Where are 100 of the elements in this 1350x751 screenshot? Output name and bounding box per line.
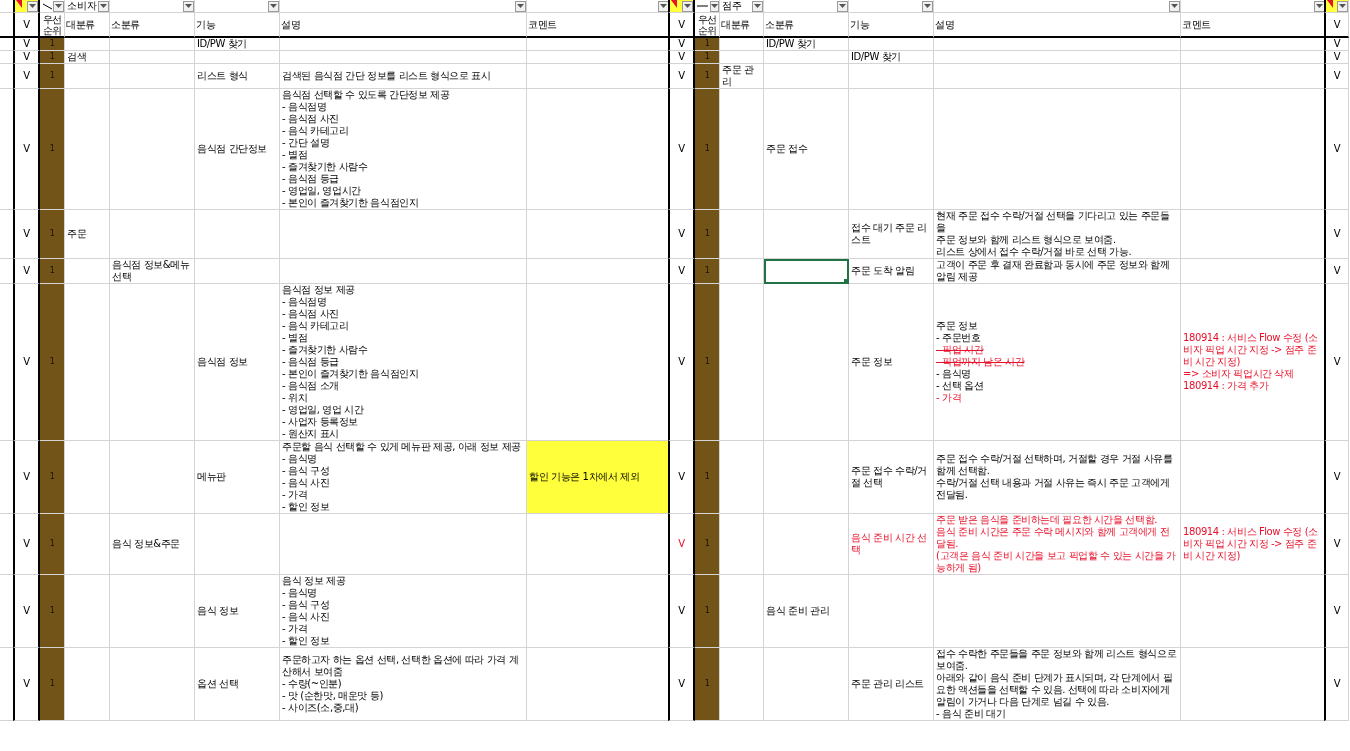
priority-cell: 1 — [40, 284, 65, 441]
caret-icon — [924, 4, 931, 8]
column-header[interactable]: 소분류 — [764, 13, 849, 38]
description-cell: 접수 수락한 주문들을 주문 정보와 함께 리스트 형식으로 보여줌. 아래와 같이 음식 준비 단계가 표시되며, 각 단계에서 필요한 액션들을 선택할 수 있음. 선택에 따라 소비자에게 알림이 가거나 다음 단계로 넘길 수 있음. - 음식 준비 대기 — [934, 648, 1181, 721]
feature-cell: 리스트 형식 — [195, 64, 280, 89]
caret-icon — [185, 4, 192, 8]
column-header[interactable]: 대분류 — [720, 13, 764, 38]
filter-dropdown-button[interactable] — [922, 0, 933, 12]
caret-icon — [684, 4, 691, 8]
subcategory-cell: 음식점 정보&메뉴 선택 — [110, 259, 195, 284]
check-cell: V — [1324, 284, 1349, 441]
priority-cell: 1 — [40, 210, 65, 259]
column-header[interactable]: V — [668, 13, 695, 38]
subcategory-cell: 음식 준비 관리 — [764, 575, 849, 648]
filter-dropdown-button[interactable] — [183, 0, 194, 12]
filter-dropdown-button[interactable] — [709, 0, 719, 12]
caret-icon — [660, 4, 667, 8]
corner-triangle-icon — [671, 0, 677, 8]
check-cell: V — [1324, 441, 1349, 514]
feature-cell: 옵션 선택 — [195, 648, 280, 721]
filter-dropdown-button[interactable] — [515, 0, 526, 12]
feature-cell: 음식점 간단정보 — [195, 89, 280, 210]
priority-cell: 1 — [695, 575, 720, 648]
priority-cell: 1 — [40, 648, 65, 721]
column-header[interactable]: V — [13, 13, 40, 38]
caret-icon — [710, 4, 718, 8]
check-cell: V — [1324, 575, 1349, 648]
slash-line-icon — [42, 1, 53, 11]
priority-cell: 1 — [695, 441, 720, 514]
filter-dropdown-button[interactable] — [98, 0, 109, 12]
caret-icon — [517, 4, 524, 8]
feature-cell: ID/PW 찾기 — [195, 38, 280, 51]
column-header[interactable]: 설명 — [280, 13, 527, 38]
caret-icon — [29, 4, 36, 8]
description-cell: 음식 정보 제공 - 음식명 - 음식 구성 - 음식 사진 - 가격 - 할인 정보 — [280, 575, 527, 648]
description-cell: 주문 받은 음식을 준비하는데 필요한 시간을 선택함. 음식 준비 시간은 주문 수락 메시지와 함께 고객에게 전달됨. (고객은 음식 준비 시간을 보고 픽업할 수 있는 시간을 가능하게 됨) — [934, 514, 1181, 575]
caret-icon — [839, 4, 846, 8]
filter-dropdown-button[interactable] — [268, 0, 279, 12]
priority-cell: 1 — [40, 575, 65, 648]
caret-icon — [100, 4, 107, 8]
priority-cell: 1 — [40, 51, 65, 64]
priority-cell: 1 — [695, 89, 720, 210]
empty-cell — [720, 514, 764, 575]
filter-label: 소비자 — [67, 0, 97, 12]
filter-dropdown-button[interactable] — [837, 0, 848, 12]
column-header[interactable]: 설명 — [934, 13, 1181, 38]
column-header[interactable]: 기능 — [195, 13, 280, 38]
priority-cell: 1 — [695, 64, 720, 89]
feature-cell: 메뉴판 — [195, 441, 280, 514]
corner-triangle-icon — [1327, 0, 1333, 8]
column-header[interactable]: 기능 — [849, 13, 934, 38]
caret-icon — [1171, 4, 1178, 8]
comment-cell: 180914 : 서비스 Flow 수정 (소비자 픽업 시간 지정 -> 점주 준비 시간 지정) — [1181, 514, 1326, 575]
check-cell: V — [1324, 64, 1349, 89]
description-cell: 검색된 음식점 간단 정보를 리스트 형식으로 표시 — [280, 64, 527, 89]
subcategory-cell: 음식 정보&주문 — [110, 514, 195, 575]
filter-dropdown-button[interactable] — [27, 0, 38, 12]
priority-cell: 1 — [40, 64, 65, 89]
column-header[interactable]: 대분류 — [65, 13, 110, 38]
priority-cell: 1 — [40, 38, 65, 51]
priority-cell: 1 — [695, 284, 720, 441]
feature-cell: ID/PW 찾기 — [849, 51, 934, 64]
description-cell: 주문하고자 하는 옵션 선택, 선택한 옵션에 따라 가격 계산해서 보여줌 - 수량(~인분) - 맛 (순한맛, 매운맛 등) - 사이즈(소,중,대) — [280, 648, 527, 721]
priority-cell: 1 — [40, 259, 65, 284]
feature-cell: 주문 접수 수락/거절 선택 — [849, 441, 934, 514]
filter-dropdown-button[interactable] — [1169, 0, 1180, 12]
check-cell: V — [1324, 51, 1349, 64]
filter-label: 점주 — [722, 0, 742, 12]
column-header[interactable]: 소분류 — [110, 13, 195, 38]
caret-icon — [754, 4, 761, 8]
column-header[interactable]: 코멘트 — [1181, 13, 1326, 38]
caret-icon — [1339, 4, 1346, 8]
filter-dropdown-button[interactable] — [53, 0, 64, 12]
priority-cell: 1 — [695, 38, 720, 51]
selected-cell[interactable] — [764, 259, 849, 284]
priority-cell: 1 — [40, 89, 65, 210]
filter-dropdown-button[interactable] — [752, 0, 763, 12]
feature-cell: 음식 정보 — [195, 575, 280, 648]
category-cell: 주문 관리 — [720, 64, 764, 89]
feature-cell: 주문 관리 리스트 — [849, 648, 934, 721]
description-cell: 음식점 선택할 수 있도록 간단정보 제공 - 음식점명 - 음식점 사진 - 음식 카테고리 - 간단 설명 - 별점 - 즐겨찾기한 사람수 - 음식점 등급 - 영업일, 영업시간 - 본인이 즐겨찾기한 음식점인지 — [280, 89, 527, 210]
filter-dropdown-button[interactable] — [1337, 0, 1348, 12]
feature-cell: 주문 도착 알림 — [849, 259, 934, 284]
column-header[interactable]: 코멘트 — [527, 13, 670, 38]
caret-icon — [270, 4, 277, 8]
filter-dropdown-button[interactable] — [682, 0, 693, 12]
feature-cell: 음식 준비 시간 선택 — [849, 514, 934, 575]
check-cell: V — [1324, 514, 1349, 575]
description-cell: 고객이 주문 후 결재 완료함과 동시에 주문 정보와 함께 알림 제공 — [934, 259, 1181, 284]
check-cell: V — [1324, 89, 1349, 210]
comment-cell: 180914 : 서비스 Flow 수정 (소비자 픽업 시간 지정 -> 점주 준비 시간 지정) => 소비자 픽업시간 삭제 180914 : 가격 추가 — [1181, 284, 1326, 441]
priority-cell: 1 — [695, 514, 720, 575]
corner-triangle-icon — [16, 0, 22, 8]
check-cell: V — [1324, 259, 1349, 284]
feature-cell: 접수 대기 주문 리스트 — [849, 210, 934, 259]
column-header[interactable]: V — [1324, 13, 1349, 38]
category-cell: 주문 — [65, 210, 110, 259]
caret-icon — [55, 4, 63, 8]
description-cell: 현재 주문 접수 수락/거절 선택을 기다리고 있는 주문들을 주문 정보와 함께 리스트 형식으로 보여줌. 리스트 상에서 접수 수락/거절 바로 선택 가능. — [934, 210, 1181, 259]
description-cell: 주문 접수 수락/거절 선택하며, 거절할 경우 거절 사유를 함께 선택함. 수락/거절 선택 내용과 거절 사유는 즉시 주문 고객에게 전달됨. — [934, 441, 1181, 514]
